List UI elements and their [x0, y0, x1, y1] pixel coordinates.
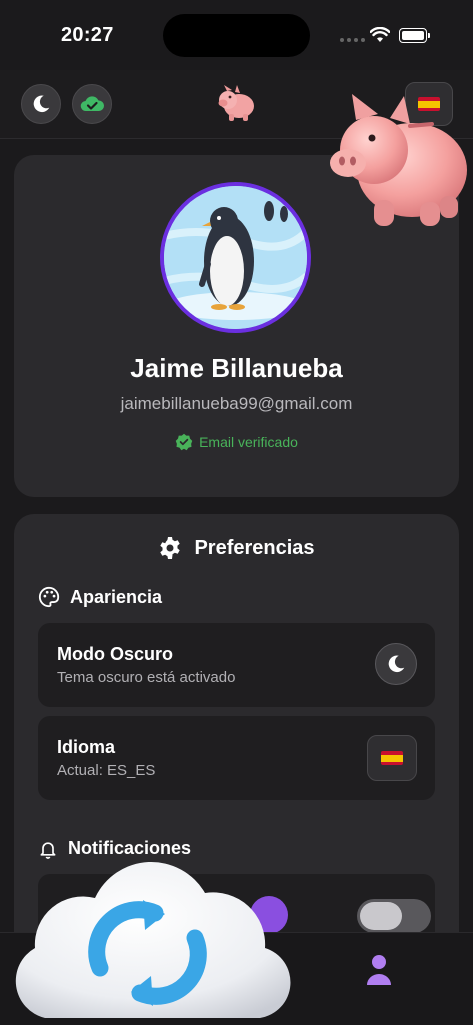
notifications-toggle[interactable] [357, 899, 431, 933]
preferences-title: Preferencias [14, 536, 459, 560]
verified-check-icon [175, 433, 193, 451]
penguin-avatar [164, 186, 307, 329]
status-time: 20:27 [61, 24, 114, 46]
appearance-heading: Apariencia [38, 586, 162, 608]
dark-mode-subtitle: Tema oscuro está activado [57, 669, 236, 686]
preferences-title-text: Preferencias [194, 536, 315, 559]
wifi-icon [370, 27, 390, 42]
profile-tab-icon[interactable] [360, 951, 398, 989]
moon-icon [33, 95, 50, 113]
dark-mode-row[interactable]: Modo Oscuro Tema oscuro está activado [38, 623, 435, 707]
gear-icon [160, 537, 181, 559]
profile-email: jaimebillanueba99@gmail.com [120, 394, 353, 413]
dynamic-island [163, 14, 310, 57]
cloud-sync-illustration [15, 861, 291, 1018]
spain-flag-icon [381, 751, 403, 765]
piggy-bank-icon [218, 85, 254, 121]
battery-icon [399, 28, 430, 43]
profile-name: Jaime Billanueba [130, 353, 343, 383]
dark-mode-toggle-button[interactable] [375, 643, 417, 685]
status-bar: 20:27 [0, 0, 473, 70]
palette-icon [38, 586, 60, 608]
signal-icon [340, 38, 365, 42]
language-title: Idioma [57, 737, 116, 757]
language-row[interactable]: Idioma Actual: ES_ES [38, 716, 435, 800]
language-select-button[interactable] [367, 735, 417, 781]
piggy-bank-illustration [330, 94, 467, 226]
sync-status-button[interactable] [72, 84, 112, 124]
dark-mode-title: Modo Oscuro [57, 644, 173, 664]
moon-icon [388, 655, 405, 673]
theme-toggle-button[interactable] [21, 84, 61, 124]
avatar[interactable] [160, 182, 311, 333]
language-subtitle: Actual: ES_ES [57, 762, 156, 779]
verified-badge: Email verificado [14, 433, 459, 451]
verified-label: Email verificado [199, 434, 298, 450]
cloud-check-icon [80, 96, 105, 112]
appearance-heading-text: Apariencia [70, 586, 163, 607]
